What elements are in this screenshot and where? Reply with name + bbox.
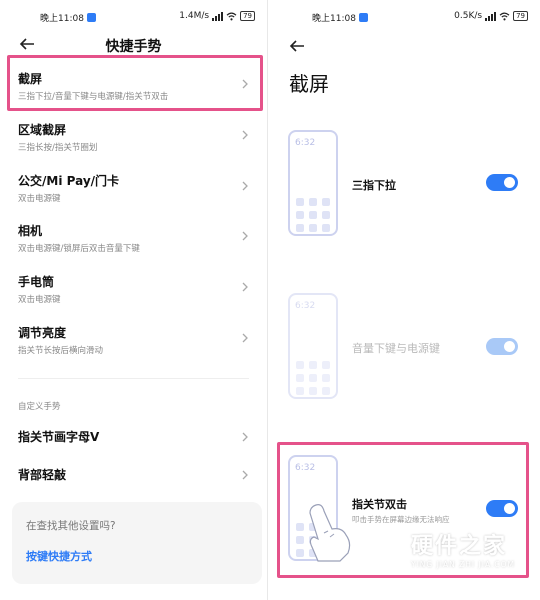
phone-preview: 6:32: [288, 293, 338, 399]
preview-time: 6:32: [295, 138, 316, 148]
watermark-subtext: YING JIAN ZHI JIA.COM: [411, 560, 515, 569]
item-title: 手电筒: [18, 275, 55, 289]
chevron-right-icon: [242, 470, 248, 480]
item-title: 区域截屏: [18, 123, 67, 137]
signal-icon: [212, 11, 224, 21]
item-title: 截屏: [18, 72, 43, 86]
item-title: 调节亮度: [18, 326, 67, 340]
watermark: 硬件之家 YING JIAN ZHI JIA.COM: [365, 526, 535, 582]
list-item-flashlight[interactable]: 手电筒 双击电源键: [18, 273, 255, 313]
chevron-right-icon: [242, 432, 248, 442]
item-title: 公交/Mi Pay/门卡: [18, 174, 120, 188]
signal-icon: [485, 11, 497, 21]
item-subtitle: 双击电源键/锁屏后双击音量下键: [18, 244, 140, 254]
volume-power-toggle[interactable]: [486, 338, 518, 355]
option-label: 三指下拉: [352, 179, 396, 192]
item-subtitle: 双击电源键: [18, 194, 61, 204]
chevron-right-icon: [242, 79, 248, 89]
chevron-right-icon: [242, 231, 248, 241]
battery-icon: 79: [240, 11, 255, 21]
hand-tap-icon: [309, 504, 351, 562]
item-title: 指关节画字母V: [18, 430, 100, 444]
key-shortcut-link[interactable]: 按键快捷方式: [26, 548, 92, 564]
chevron-right-icon: [242, 181, 248, 191]
list-item-brightness[interactable]: 调节亮度 指关节长按后横向滑动: [18, 324, 255, 364]
phone-preview: 6:32: [288, 130, 338, 236]
status-stats: 0.5K/s 79: [454, 11, 528, 21]
page-title: 快捷手势: [105, 39, 162, 55]
item-subtitle: 双击电源键: [18, 295, 61, 305]
list-item-mipay[interactable]: 公交/Mi Pay/门卡 双击电源键: [18, 172, 255, 212]
list-item-knuckle-v[interactable]: 指关节画字母V: [18, 428, 255, 468]
app-grid: [296, 198, 330, 232]
status-time-wrap: 晚上11:08: [312, 11, 368, 24]
list-item-area-screenshot[interactable]: 区域截屏 三指长按/指关节圈划: [18, 121, 255, 161]
option-label: 音量下键与电源键: [352, 342, 440, 355]
status-time-wrap: 晚上11:08: [40, 11, 96, 24]
item-subtitle: 指关节长按后横向滑动: [18, 346, 104, 356]
knuckle-double-tap-toggle[interactable]: [486, 500, 518, 517]
preview-time: 6:32: [295, 463, 316, 473]
list-item-screenshot[interactable]: 截屏 三指下拉/音量下键与电源键/指关节双击: [18, 70, 255, 110]
network-speed: 1.4M/s: [179, 11, 210, 21]
back-arrow-icon[interactable]: [288, 38, 306, 54]
search-suggestion-card: 在查找其他设置吗? 按键快捷方式: [12, 502, 262, 584]
battery-icon: 79: [513, 11, 528, 21]
watermark-logo-icon: [366, 530, 398, 564]
watermark-text: 硬件之家: [411, 534, 508, 559]
status-time: 晚上11:08: [40, 14, 84, 24]
three-finger-toggle[interactable]: [486, 174, 518, 191]
item-title: 相机: [18, 224, 43, 238]
option-label: 指关节双击: [352, 498, 407, 511]
status-bar: 晚上11:08 1.4M/s 79: [0, 9, 267, 25]
status-bar: 晚上11:08 0.5K/s 79: [272, 9, 540, 25]
right-screen: 晚上11:08 0.5K/s 79 截屏 6:32 三指下拉 6:32 音量下键…: [272, 0, 540, 600]
chevron-right-icon: [242, 333, 248, 343]
wifi-icon: [226, 12, 237, 20]
option-subtitle: 叩击手势在屏幕边缘无法响应: [352, 515, 450, 524]
app-grid: [296, 361, 330, 395]
phone-preview: 6:32: [288, 455, 351, 562]
page-title: 截屏: [289, 72, 329, 96]
item-title: 背部轻敲: [18, 468, 67, 482]
item-subtitle: 三指长按/指关节圈划: [18, 143, 98, 153]
list-item-back-tap[interactable]: 背部轻敲: [18, 466, 255, 506]
section-label: 自定义手势: [18, 402, 61, 412]
network-speed: 0.5K/s: [454, 11, 483, 21]
chevron-right-icon: [242, 282, 248, 292]
item-subtitle: 三指下拉/音量下键与电源键/指关节双击: [18, 92, 169, 102]
notification-icon: [86, 13, 96, 22]
notification-icon: [358, 13, 368, 22]
left-screen: 晚上11:08 1.4M/s 79 快捷手势 截屏 三指下拉/音量下键与电源键/…: [0, 0, 268, 600]
status-stats: 1.4M/s 79: [179, 11, 255, 21]
status-time: 晚上11:08: [312, 14, 356, 24]
list-item-camera[interactable]: 相机 双击电源键/锁屏后双击音量下键: [18, 222, 255, 262]
card-question: 在查找其他设置吗?: [26, 520, 116, 532]
wifi-icon: [499, 12, 510, 20]
chevron-right-icon: [242, 130, 248, 140]
preview-time: 6:32: [295, 301, 316, 311]
divider: [18, 378, 249, 379]
